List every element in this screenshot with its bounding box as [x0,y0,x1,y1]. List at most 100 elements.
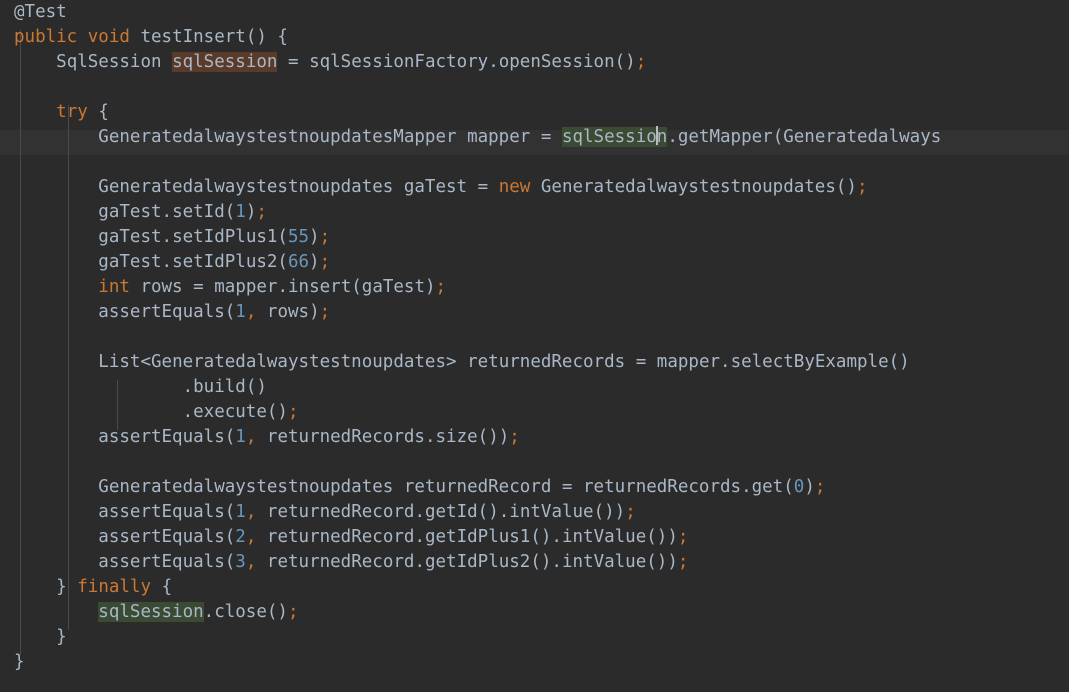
keyword-try: try [56,102,88,122]
generic-open: < [140,352,151,372]
variable-returnedrecord: returnedRecord [266,552,415,572]
code-line-18[interactable]: assertEquals(1, returnedRecords.size()); [0,425,1069,450]
variable-sqlsession-usage[interactable]: sqlSession [98,602,204,622]
method-getmapper: getMapper [677,127,773,147]
punctuation-dot: . [667,127,678,147]
code-line-2[interactable]: public void testInsert() { [0,25,1069,50]
method-size: size [435,427,478,447]
code-line-16[interactable]: .build() [0,375,1069,400]
keyword-new: new [498,177,531,197]
method-name-testinsert: testInsert [140,27,246,47]
semicolon: ; [856,177,868,197]
punctuation: () [888,352,910,372]
code-line-7-blank [0,150,1069,175]
type-sqlsession: SqlSession [56,52,162,72]
code-line-12[interactable]: int rows = mapper.insert(gaTest); [0,275,1069,300]
variable-mapper: mapper [467,127,531,147]
punctuation-paren: ( [783,477,794,497]
punctuation-dot: . [498,502,510,522]
code-line-6[interactable]: GeneratedalwaystestnoupdatesMapper mappe… [0,125,1069,150]
keyword-finally: finally [77,577,152,597]
code-line-5[interactable]: try { [0,100,1069,125]
variable-returnedrecord: returnedRecord [403,477,552,497]
variable-sqlsession-usage[interactable]: sqlSession [561,126,668,147]
semicolon: ; [319,302,331,322]
type-entity: Generatedalwaystestnoupdates [98,177,394,197]
number-literal: 1 [235,427,246,447]
semicolon: ; [319,252,331,272]
semicolon: ; [435,277,447,297]
method-getidplus1: getIdPlus1 [424,527,531,547]
text-caret [655,126,658,145]
variable-sqlsessionfactory: sqlSessionFactory [309,52,489,72]
code-line-25[interactable]: sqlSession.close(); [0,600,1069,625]
semicolon: ; [287,402,299,422]
keyword-int: int [98,277,130,297]
code-line-23[interactable]: assertEquals(3, returnedRecord.getIdPlus… [0,550,1069,575]
punctuation-dot: . [161,227,173,247]
variable-returnedrecords: returnedRecords [583,477,742,497]
keyword-public: public [14,27,78,47]
punctuation-paren: ( [224,302,236,322]
variable-mapper: mapper [656,352,721,372]
method-getidplus2: getIdPlus2 [424,552,531,572]
code-line-11[interactable]: gaTest.setIdPlus2(66); [0,250,1069,275]
number-literal: 3 [235,552,246,572]
variable-sqlsession-declaration[interactable]: sqlSession [172,52,278,72]
operator-assign: = [477,177,489,197]
constructor-entity: Generatedalwaystestnoupdates [540,177,836,197]
variable-gatest: gaTest [98,252,162,272]
method-getid: getId [424,502,478,522]
code-line-27[interactable]: } [0,650,1069,675]
comma: , [245,552,257,572]
code-line-17[interactable]: .execute(); [0,400,1069,425]
semicolon: ; [635,52,647,72]
code-editor[interactable]: @Test public void testInsert() { SqlSessi… [0,0,1069,692]
punctuation-paren: ( [224,552,236,572]
punctuation-paren: ( [224,502,236,522]
semicolon: ; [256,202,267,222]
variable-returnedrecord: returnedRecord [266,502,415,522]
variable-returnedrecords: returnedRecords [266,427,425,447]
number-literal: 2 [235,527,246,547]
operator-assign: = [540,127,552,147]
punctuation-dot: . [203,602,215,622]
punctuation-paren: ( [277,227,288,247]
method-build: build [193,377,246,397]
punctuation-dot: . [741,477,752,497]
code-line-15[interactable]: List<Generatedalwaystestnoupdates> retur… [0,350,1069,375]
code-line-8[interactable]: Generatedalwaystestnoupdates gaTest = ne… [0,175,1069,200]
code-line-10[interactable]: gaTest.setIdPlus1(55); [0,225,1069,250]
code-line-9[interactable]: gaTest.setId(1); [0,200,1069,225]
code-content[interactable]: @Test public void testInsert() { SqlSessi… [0,0,1069,675]
code-line-3[interactable]: SqlSession sqlSession = sqlSessionFactor… [0,50,1069,75]
punctuation-dot: . [720,352,731,372]
code-line-22[interactable]: assertEquals(2, returnedRecord.getIdPlus… [0,525,1069,550]
variable-mapper: mapper [214,277,278,297]
variable-gatest: gaTest [98,227,162,247]
punctuation: () [245,377,267,397]
number-literal: 55 [287,227,310,247]
operator-assign: = [635,352,647,372]
punctuation-dot: . [414,502,425,522]
punctuation-dot: . [161,252,173,272]
variable-rows: rows [266,302,310,322]
comma: , [245,302,257,322]
code-line-21[interactable]: assertEquals(1, returnedRecord.getId().i… [0,500,1069,525]
semicolon: ; [319,227,331,247]
punctuation-dot: . [424,427,436,447]
comma: , [245,527,257,547]
code-line-26[interactable]: } [0,625,1069,650]
type-mapper: GeneratedalwaystestnoupdatesMapper [98,127,457,147]
method-intvalue: intValue [509,502,594,522]
code-line-1[interactable]: @Test [0,0,1069,25]
keyword-void: void [87,27,130,47]
number-literal: 1 [235,202,246,222]
code-line-13[interactable]: assertEquals(1, rows); [0,300,1069,325]
code-line-20[interactable]: Generatedalwaystestnoupdates returnedRec… [0,475,1069,500]
operator-assign: = [287,52,299,72]
code-line-24[interactable]: } finally { [0,575,1069,600]
punctuation: () [477,502,499,522]
type-entity: Generatedalwaystestnoupdates [98,477,394,497]
comma: , [245,427,257,447]
